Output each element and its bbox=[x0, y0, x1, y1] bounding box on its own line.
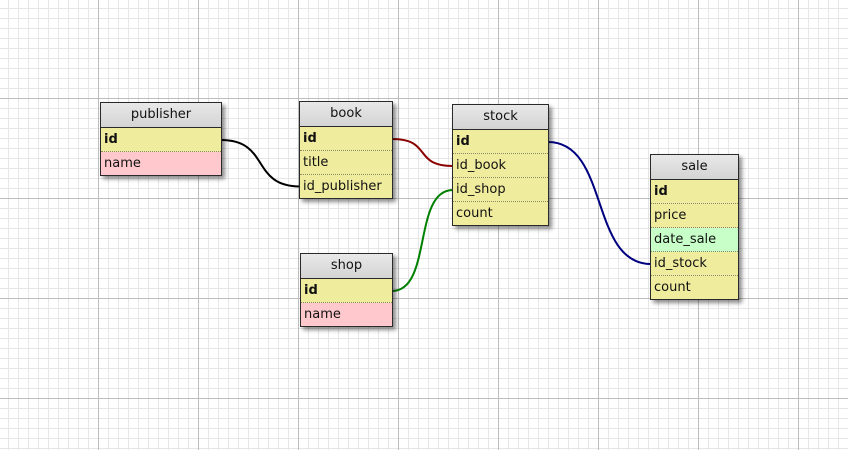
field-title[interactable]: title bbox=[300, 151, 392, 175]
table-shop[interactable]: shop id name bbox=[300, 253, 393, 327]
field-id[interactable]: id bbox=[301, 279, 392, 303]
table-stock[interactable]: stock id id_book id_shop count bbox=[452, 104, 549, 226]
field-count[interactable]: count bbox=[453, 202, 548, 225]
relation-shop-stock bbox=[391, 189, 454, 292]
field-price[interactable]: price bbox=[651, 204, 738, 228]
table-book[interactable]: book id title id_publisher bbox=[299, 101, 393, 199]
field-id[interactable]: id bbox=[453, 130, 548, 154]
field-count[interactable]: count bbox=[651, 276, 738, 299]
table-title[interactable]: sale bbox=[651, 155, 738, 180]
table-sale[interactable]: sale id price date_sale id_stock count bbox=[650, 154, 739, 300]
field-id[interactable]: id bbox=[651, 180, 738, 204]
field-name[interactable]: name bbox=[301, 303, 392, 326]
field-name[interactable]: name bbox=[101, 152, 221, 175]
table-title[interactable]: shop bbox=[301, 254, 392, 279]
field-id-stock[interactable]: id_stock bbox=[651, 252, 738, 276]
table-title[interactable]: book bbox=[300, 102, 392, 127]
field-id-shop[interactable]: id_shop bbox=[453, 178, 548, 202]
field-id-publisher[interactable]: id_publisher bbox=[300, 175, 392, 198]
relation-publisher-book bbox=[220, 139, 301, 188]
field-date-sale[interactable]: date_sale bbox=[651, 228, 738, 252]
table-publisher[interactable]: publisher id name bbox=[100, 102, 222, 176]
field-id[interactable]: id bbox=[101, 128, 221, 152]
relation-book-stock bbox=[391, 138, 454, 167]
field-id[interactable]: id bbox=[300, 127, 392, 151]
table-title[interactable]: stock bbox=[453, 105, 548, 130]
relation-stock-sale bbox=[547, 141, 652, 265]
diagram-canvas[interactable]: publisher id name book id title id_publi… bbox=[0, 0, 848, 450]
field-id-book[interactable]: id_book bbox=[453, 154, 548, 178]
table-title[interactable]: publisher bbox=[101, 103, 221, 128]
